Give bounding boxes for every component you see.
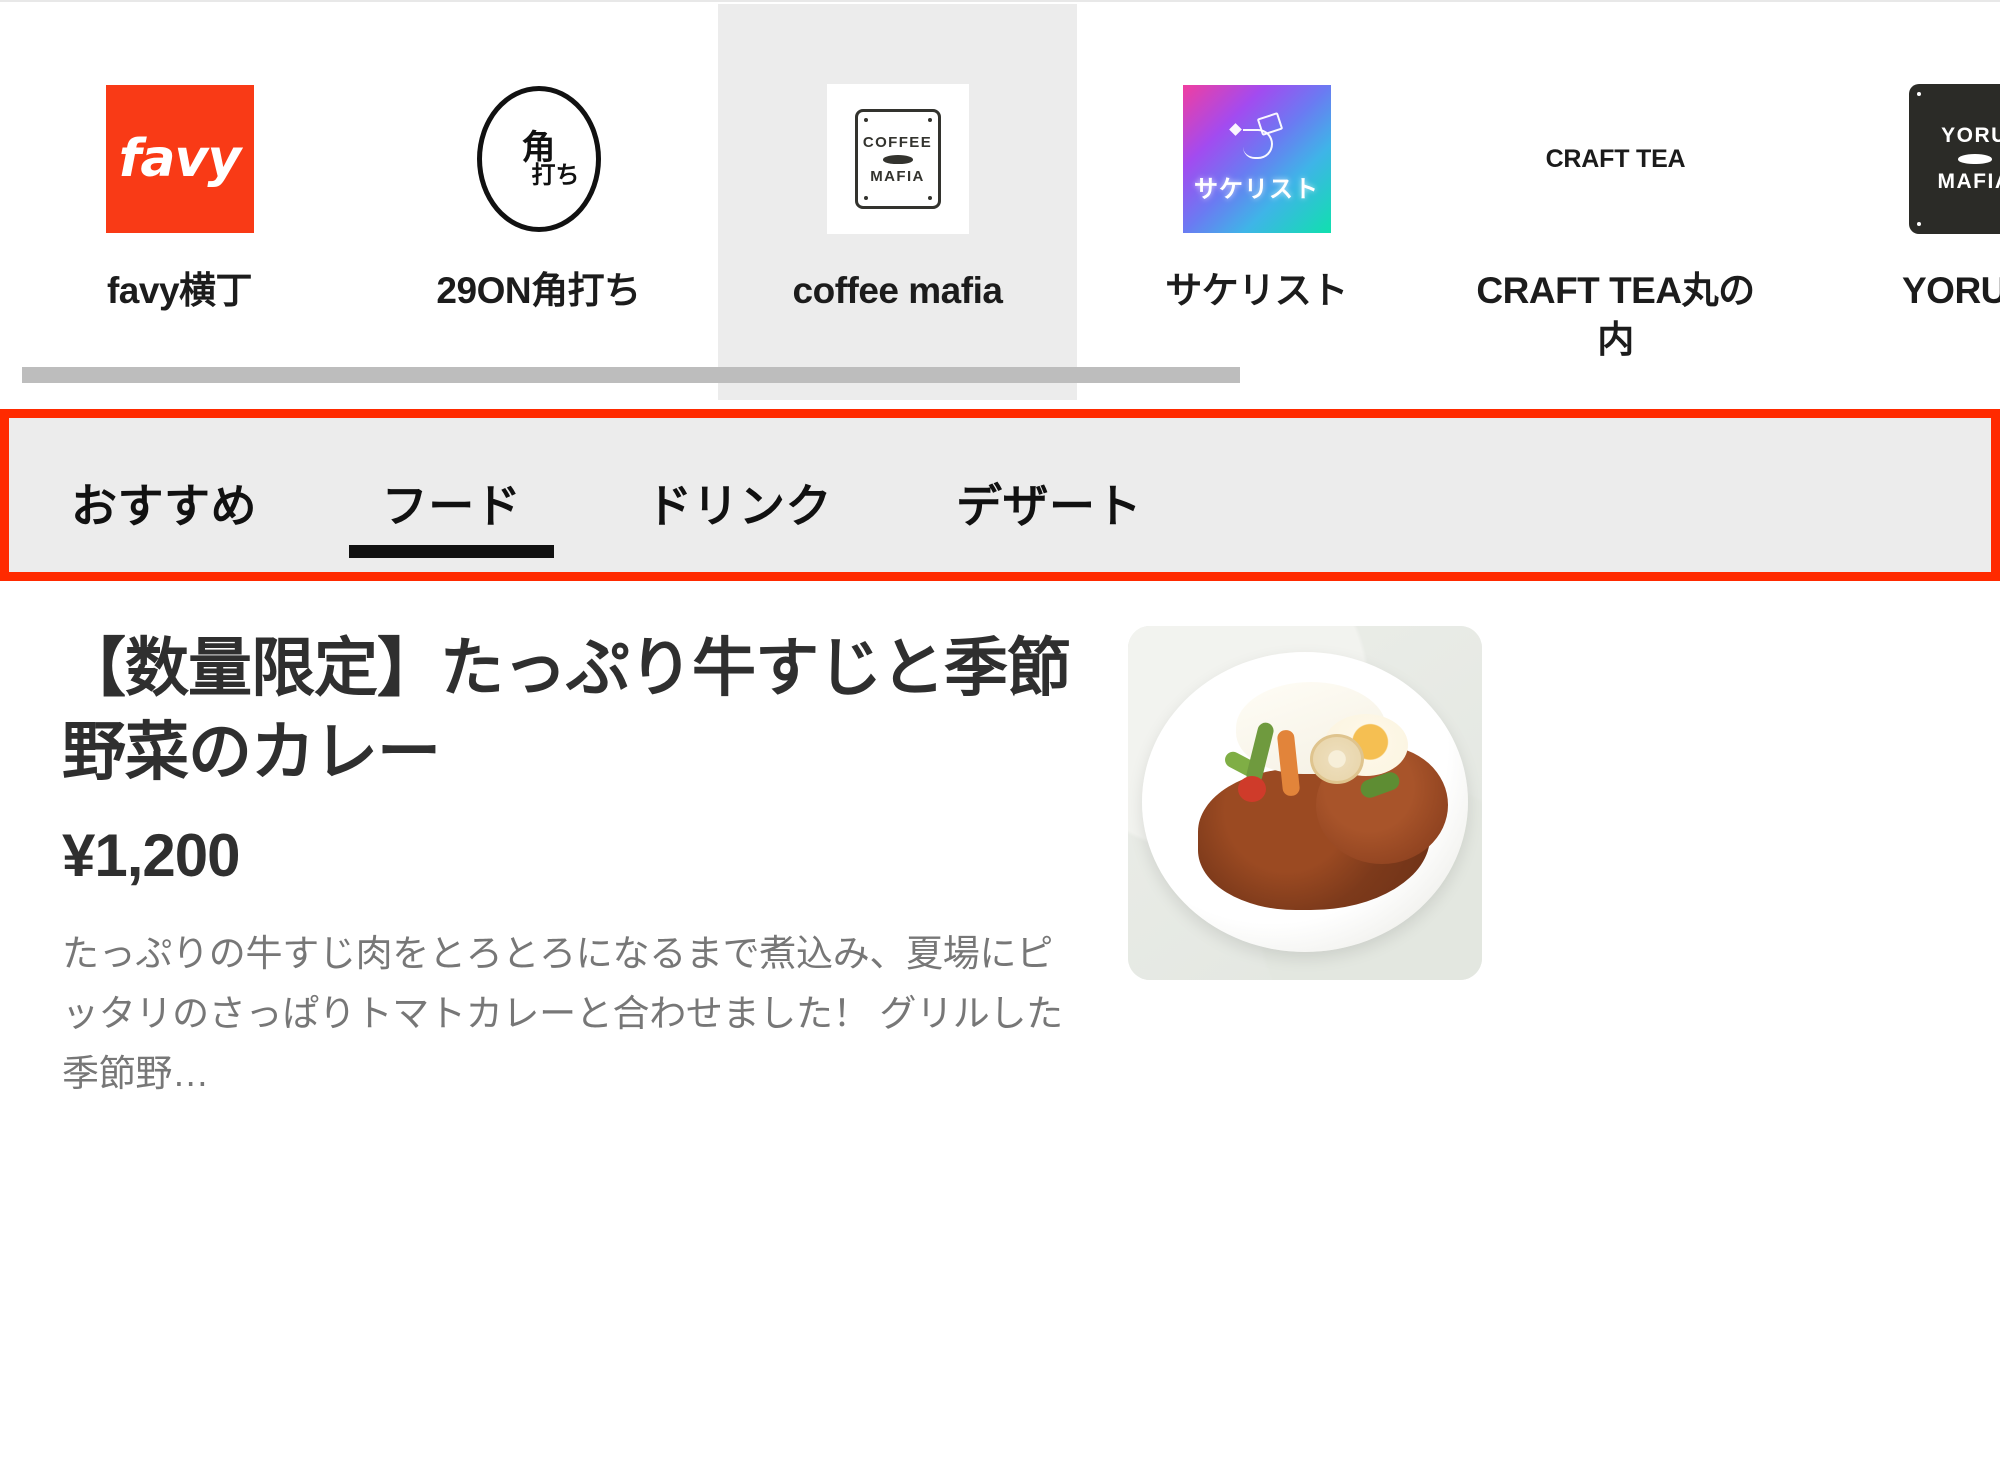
brand-logo-wrapper: COFFEE MAFIA — [805, 79, 991, 239]
photo-vegetable-tomato — [1238, 776, 1266, 802]
category-tabbar-highlight: おすすめ フード ドリンク デザート — [0, 409, 2000, 581]
brand-item-favy[interactable]: favy favy横丁 — [0, 4, 359, 400]
brand-logo-wrapper: サケリスト — [1164, 79, 1350, 239]
craft-tea-logo-text: CRAFT TEA — [1545, 144, 1686, 173]
brand-logo-wrapper: 角打ち — [446, 79, 632, 239]
sakelist-logo-icon: サケリスト — [1182, 85, 1331, 233]
brand-carousel[interactable]: favy favy横丁 角打ち 29ON角打ち COFFEE MAFIA cof… — [0, 0, 2000, 400]
brand-item-sakelist[interactable]: サケリスト サケリスト — [1077, 4, 1436, 400]
logo-screw-dot-icon — [1916, 92, 1921, 96]
brand-label: 29ON角打ち — [436, 270, 641, 311]
tab-label: デザート — [956, 480, 1142, 532]
menu-item-text-block: 【数量限定】たっぷり牛すじと季節野菜のカレー ¥1,200 たっぷりの牛すじ肉を… — [0, 590, 1090, 1150]
logo-yoru-text: YORU — [1941, 124, 2000, 147]
menu-page: favy favy横丁 角打ち 29ON角打ち COFFEE MAFIA cof… — [0, 0, 2000, 1481]
brand-label: CRAFT TEA丸の内 — [1476, 270, 1755, 360]
horizontal-scrollbar-thumb[interactable] — [22, 367, 1240, 383]
tab-dessert[interactable]: デザート — [894, 418, 1204, 572]
moustache-icon — [882, 154, 913, 164]
logo-screw-dot-icon — [863, 118, 868, 122]
favy-logo-icon: favy — [105, 85, 254, 233]
logo-mafia-text: MAFIA — [870, 167, 925, 185]
yoru-mafia-logo-icon: YORU MAFIA — [1908, 84, 2000, 234]
sparkle-icon — [1228, 122, 1242, 136]
menu-item-card[interactable]: 【数量限定】たっぷり牛すじと季節野菜のカレー ¥1,200 たっぷりの牛すじ肉を… — [0, 590, 2000, 1150]
sakelist-logo-text: サケリスト — [1194, 175, 1319, 203]
tab-osusume[interactable]: おすすめ — [9, 418, 319, 572]
tab-label: おすすめ — [71, 480, 257, 532]
29on-kakuuchi-logo-icon: 角打ち — [464, 84, 614, 234]
tab-drink[interactable]: ドリンク — [584, 418, 894, 572]
moustache-icon — [1957, 154, 1992, 164]
logo-screw-dot-icon — [927, 118, 932, 122]
logo-coffee-text: COFFEE — [862, 133, 933, 151]
menu-item-title: 【数量限定】たっぷり牛すじと季節野菜のカレー — [62, 632, 1071, 789]
brand-item-coffee-mafia[interactable]: COFFEE MAFIA coffee mafia — [718, 4, 1077, 400]
coffee-mafia-logo-icon: COFFEE MAFIA — [826, 84, 969, 234]
fingers-shape — [1242, 128, 1273, 159]
favy-logo-text: favy — [118, 129, 242, 189]
brand-carousel-track[interactable]: favy favy横丁 角打ち 29ON角打ち COFFEE MAFIA cof… — [0, 4, 2000, 400]
brand-label: coffee mafia — [792, 270, 1003, 311]
logo-screw-dot-icon — [863, 196, 868, 200]
tab-active-underline — [349, 545, 554, 558]
menu-item-price: ¥1,200 — [62, 821, 241, 889]
category-tabbar[interactable]: おすすめ フード ドリンク デザート — [9, 418, 1991, 572]
logo-screw-dot-icon — [927, 196, 932, 200]
curry-dish-photo — [1128, 626, 1482, 980]
menu-item-photo-wrapper — [1128, 626, 1482, 1150]
tab-label: フード — [381, 480, 522, 532]
logo-kanji-text: 角打ち — [521, 129, 580, 189]
brand-item-yoru-mafia[interactable]: YORU MAFIA YORU M — [1795, 4, 2000, 400]
tab-label: ドリンク — [646, 480, 832, 532]
brand-logo-wrapper: CRAFT TEA — [1523, 79, 1709, 239]
brand-logo-wrapper: favy — [87, 79, 273, 239]
brand-item-29on[interactable]: 角打ち 29ON角打ち — [359, 4, 718, 400]
photo-vegetable-lotus-root — [1310, 734, 1364, 784]
logo-mafia-text: MAFIA — [1937, 170, 2000, 193]
brand-label: favy横丁 — [106, 270, 253, 311]
brand-label: サケリスト — [1165, 270, 1348, 311]
menu-item-description: たっぷりの牛すじ肉をとろとろになるまで煮込み、夏場にピッタリのさっぱりトマトカレ… — [62, 932, 1063, 1094]
craft-tea-logo-icon: CRAFT TEA — [1523, 84, 1709, 234]
tab-food[interactable]: フード — [319, 418, 584, 572]
brand-item-craft-tea[interactable]: CRAFT TEA CRAFT TEA丸の内 — [1436, 4, 1795, 400]
logo-screw-dot-icon — [1916, 222, 1921, 226]
hand-holding-cup-icon — [1228, 111, 1283, 163]
brand-logo-wrapper: YORU MAFIA — [1882, 79, 2000, 239]
brand-label: YORU M — [1902, 270, 2000, 311]
logo-plate-shape: COFFEE MAFIA — [854, 109, 941, 209]
